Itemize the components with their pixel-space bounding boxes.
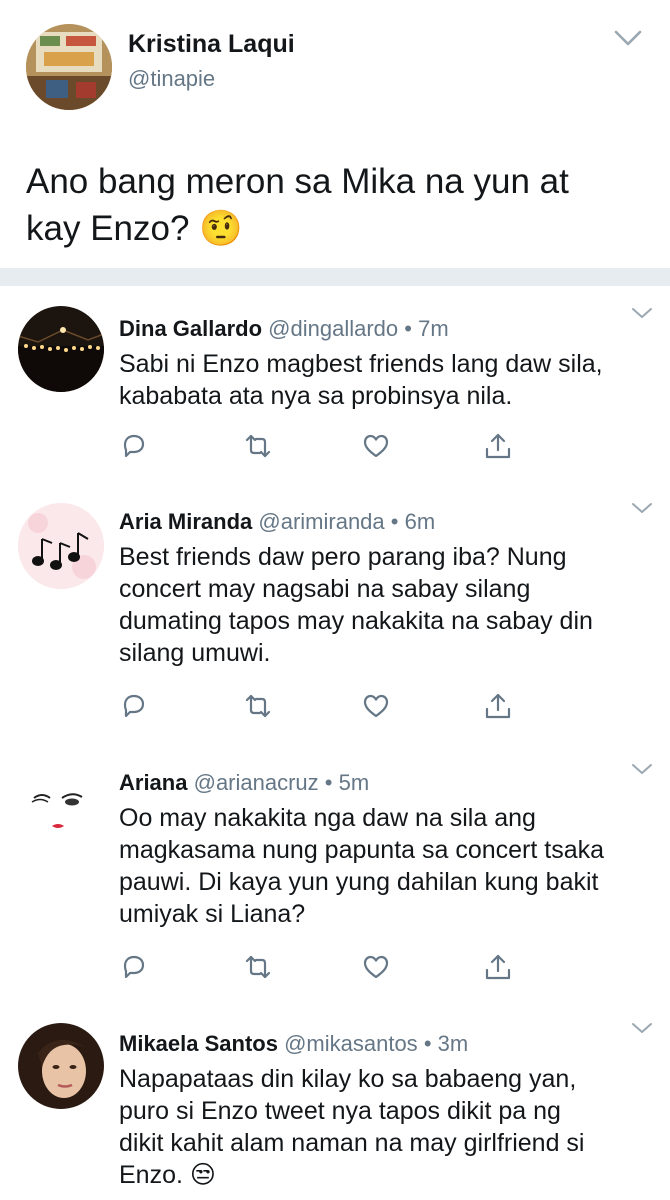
music-notes-avatar[interactable] [18, 503, 104, 589]
tweet-text-fragment: kay Enzo? [26, 209, 190, 248]
reply-text-line: dumating tapos may nakakita na sabay din [119, 607, 593, 635]
reply-text: Napapataas din kilay ko sa babaeng yan, … [119, 1063, 649, 1191]
face-drawing-avatar[interactable] [18, 764, 104, 850]
reply-text-line: Best friends daw pero parang iba? Nung [119, 543, 567, 571]
chevron-down-icon[interactable] [630, 501, 654, 515]
reply-text-line: kababata ata nya sa probinsya nila. [119, 382, 513, 410]
reply-author-handle[interactable]: @mikasantos [284, 1031, 418, 1056]
reply-author-handle[interactable]: @arimiranda [258, 509, 384, 534]
reply-text-line: Sabi ni Enzo magbest friends lang daw si… [119, 350, 603, 378]
reply-icon[interactable] [119, 952, 149, 982]
retweet-icon[interactable] [243, 691, 273, 721]
reply-text-line: umiyak si Liana? [119, 900, 306, 928]
reply-icon[interactable] [119, 691, 149, 721]
reply-tweet[interactable]: Dina Gallardo @dingallardo • 7m Sabi ni … [0, 286, 670, 484]
share-icon[interactable] [483, 952, 513, 982]
share-icon[interactable] [483, 691, 513, 721]
action-bar [119, 691, 519, 721]
tweet-text-line-2: kay Enzo? 🤨 [26, 205, 646, 252]
chevron-down-icon[interactable] [612, 26, 644, 50]
like-icon[interactable] [361, 952, 391, 982]
reply-text-line: dikit kahit alam naman na may girlfriend… [119, 1129, 585, 1157]
classroom-photo-avatar[interactable] [26, 24, 112, 110]
reply-text-line: puro si Enzo tweet nya tapos dikit pa ng [119, 1097, 561, 1125]
reply-timestamp[interactable]: • 3m [424, 1031, 468, 1056]
reply-author-name[interactable]: Ariana [119, 770, 187, 795]
reply-text: Best friends daw pero parang iba? Nung c… [119, 541, 649, 669]
reply-text: Oo may nakakita nga daw na sila ang magk… [119, 802, 649, 930]
night-lights-avatar[interactable] [18, 306, 104, 392]
author-handle[interactable]: @tinapie [128, 66, 215, 92]
reply-text-line: pauwi. Di kaya yun yung dahilan kung bak… [119, 868, 599, 896]
retweet-icon[interactable] [243, 952, 273, 982]
reply-tweet[interactable]: Mikaela Santos @mikasantos • 3m Napapata… [0, 1005, 670, 1200]
chevron-down-icon[interactable] [630, 1021, 654, 1035]
share-icon[interactable] [483, 431, 513, 461]
section-divider [0, 268, 670, 286]
unamused-emoji-icon: 😒 [189, 1161, 216, 1189]
reply-timestamp[interactable]: • 6m [391, 509, 435, 534]
reply-text-line: Napapataas din kilay ko sa babaeng yan, [119, 1065, 577, 1093]
retweet-icon[interactable] [243, 431, 273, 461]
like-icon[interactable] [361, 691, 391, 721]
reply-text-line: Oo may nakakita nga daw na sila ang [119, 804, 536, 832]
chevron-down-icon[interactable] [630, 762, 654, 776]
reply-timestamp[interactable]: • 5m [325, 770, 369, 795]
reply-header: Ariana @arianacruz • 5m [119, 770, 369, 796]
action-bar [119, 431, 519, 461]
author-name[interactable]: Kristina Laqui [128, 30, 295, 59]
reply-text-line: magkasama nung papunta sa concert tsaka [119, 836, 605, 864]
reply-text-line: concert may nagsabi na sabay silang [119, 575, 531, 603]
reply-tweet[interactable]: Ariana @arianacruz • 5m Oo may nakakita … [0, 744, 670, 1006]
reply-author-name[interactable]: Dina Gallardo [119, 316, 262, 341]
reply-text: Sabi ni Enzo magbest friends lang daw si… [119, 348, 649, 412]
tweet-text-line: Ano bang meron sa Mika na yun at [26, 162, 569, 201]
reply-author-handle[interactable]: @dingallardo [268, 316, 398, 341]
chevron-down-icon[interactable] [630, 306, 654, 320]
reply-header: Aria Miranda @arimiranda • 6m [119, 509, 435, 535]
reply-header: Mikaela Santos @mikasantos • 3m [119, 1031, 468, 1057]
reply-header: Dina Gallardo @dingallardo • 7m [119, 316, 449, 342]
reply-author-handle[interactable]: @arianacruz [194, 770, 319, 795]
reply-timestamp[interactable]: • 7m [404, 316, 448, 341]
reply-text-line: silang umuwi. [119, 639, 271, 667]
reply-text-line-last: Enzo. 😒 [119, 1159, 649, 1191]
action-bar [119, 952, 519, 982]
reply-text-fragment: Enzo. [119, 1161, 183, 1189]
raised-eyebrow-emoji-icon: 🤨 [199, 209, 243, 248]
reply-icon[interactable] [119, 431, 149, 461]
reply-author-name[interactable]: Mikaela Santos [119, 1031, 278, 1056]
reply-author-name[interactable]: Aria Miranda [119, 509, 252, 534]
reply-tweet[interactable]: Aria Miranda @arimiranda • 6m Best frien… [0, 483, 670, 745]
main-tweet: Kristina Laqui @tinapie Ano bang meron s… [0, 0, 670, 268]
like-icon[interactable] [361, 431, 391, 461]
tweet-text: Ano bang meron sa Mika na yun at kay Enz… [26, 158, 646, 252]
woman-portrait-avatar[interactable] [18, 1023, 104, 1109]
